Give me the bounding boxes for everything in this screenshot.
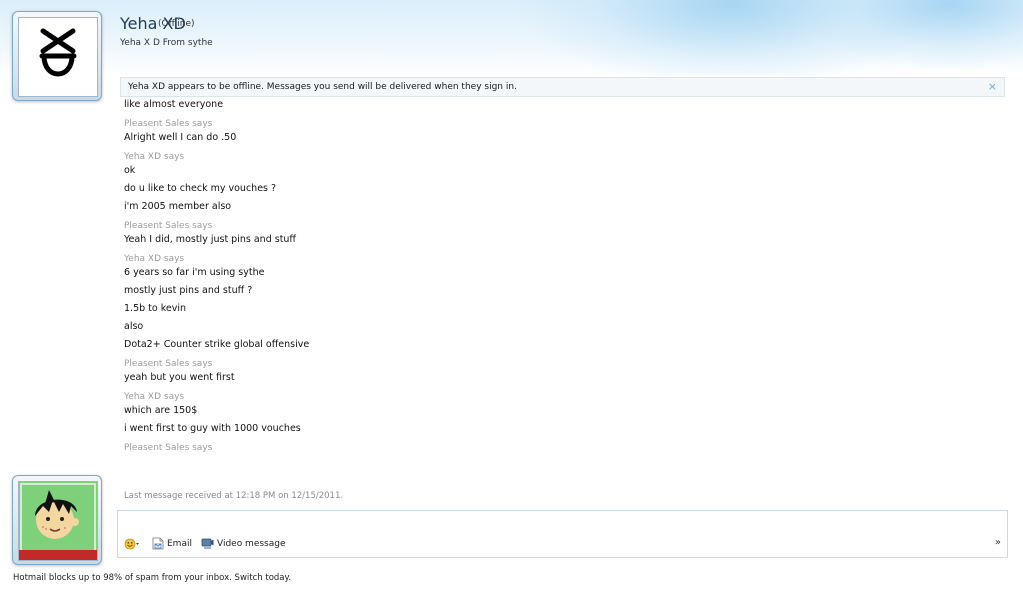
message-sender: Pleasent Sales says	[124, 221, 213, 231]
message-line: do u like to check my vouches ?	[124, 183, 277, 194]
contact-avatar[interactable]	[12, 11, 102, 101]
message-sender: Yeha XD says	[124, 254, 185, 264]
contact-personal-message: Yeha X D From sythe	[120, 38, 213, 48]
contact-status: (Offline)	[158, 19, 195, 29]
email-button[interactable]: Email	[152, 537, 192, 550]
message-line: i'm 2005 member also	[124, 201, 232, 212]
message-line: 1.5b to kevin	[124, 303, 187, 314]
smiley-icon	[124, 538, 139, 549]
message-line: also	[124, 321, 144, 332]
email-document-icon	[152, 537, 164, 550]
message-line: which are 150$	[124, 405, 198, 416]
compose-toolbar: Email Video message	[124, 537, 295, 550]
message-sender: Pleasent Sales says	[124, 119, 213, 129]
message-compose-box[interactable]: Email Video message »	[117, 510, 1008, 558]
message-line: mostly just pins and stuff ?	[124, 285, 253, 296]
offline-notice-text: Yeha XD appears to be offline. Messages …	[128, 82, 517, 92]
email-label: Email	[167, 538, 192, 549]
message-line: Dota2+ Counter strike global offensive	[124, 339, 310, 350]
video-message-label: Video message	[216, 538, 286, 549]
emoticon-button[interactable]	[124, 538, 143, 550]
contact-avatar-image	[18, 17, 98, 97]
message-line: i went first to guy with 1000 vouches	[124, 423, 301, 434]
message-line: Yeah I did, mostly just pins and stuff	[124, 234, 296, 245]
message-line: Alright well I can do .50	[124, 132, 237, 143]
message-line: ok	[124, 165, 136, 176]
user-avatar[interactable]	[12, 475, 102, 565]
message-sender: Yeha XD says	[124, 152, 185, 162]
offline-notice-bar: Yeha XD appears to be offline. Messages …	[120, 77, 1005, 97]
more-options-button[interactable]: »	[995, 537, 1001, 548]
message-sender: Pleasent Sales says	[124, 359, 213, 369]
message-sender: Pleasent Sales says	[124, 443, 213, 453]
footer-ad-text[interactable]: Hotmail blocks up to 98% of spam from yo…	[13, 573, 291, 583]
video-message-icon	[201, 538, 214, 549]
video-message-button[interactable]: Video message	[201, 537, 286, 550]
cartoon-boy-icon	[19, 482, 97, 560]
message-line: like almost everyone	[124, 99, 224, 110]
xd-face-icon	[19, 18, 97, 96]
user-avatar-image	[18, 481, 98, 561]
conversation-history[interactable]: like almost everyone Pleasent Sales says A…	[124, 98, 984, 488]
message-line: yeah but you went first	[124, 372, 235, 383]
last-message-timestamp: Last message received at 12:18 PM on 12/…	[124, 491, 344, 501]
close-notice-button[interactable]: ×	[988, 80, 997, 93]
message-line: 6 years so far i'm using sythe	[124, 267, 265, 278]
message-sender: Yeha XD says	[124, 392, 185, 402]
